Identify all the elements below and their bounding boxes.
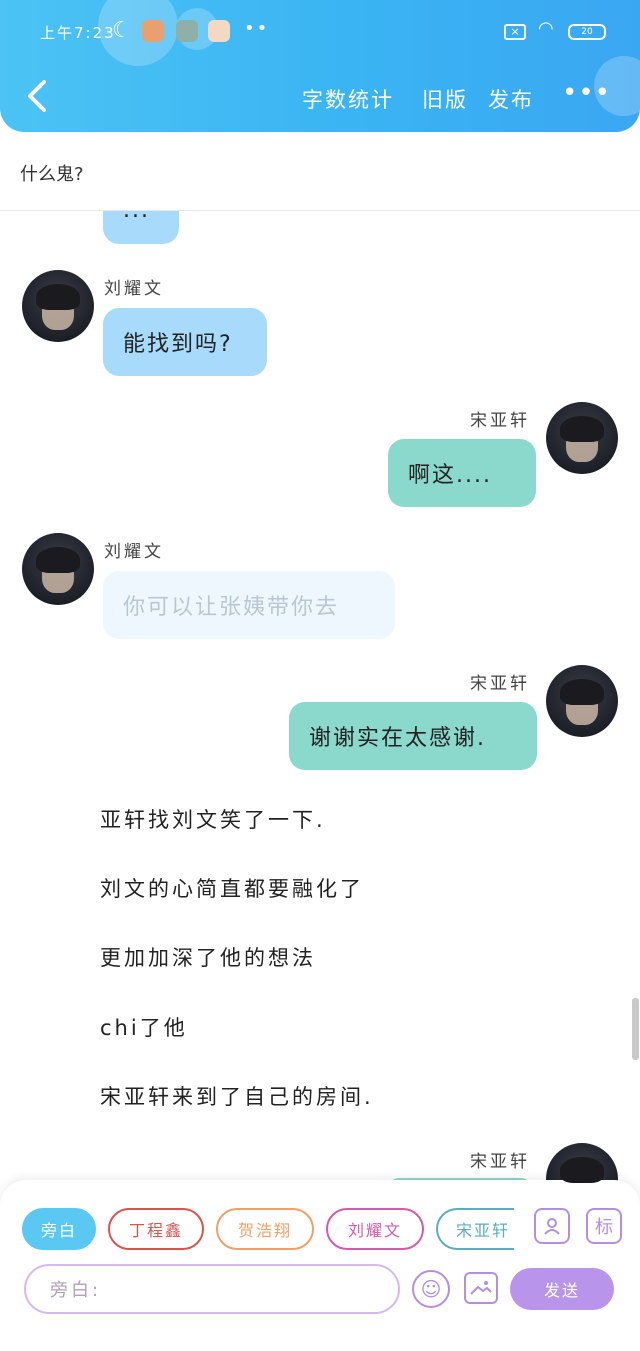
app-header: 上午7:23 ☾ •• × ◠ 20 字数统计 旧版 发布 ••• [0,0,640,132]
role-chip[interactable]: 刘耀文 [326,1208,424,1250]
narration-line: chi了他 [100,1016,188,1040]
narration-line: 宋亚轩来到了自己的房间. [100,1085,374,1109]
subtitle-area [0,132,640,210]
avatar[interactable] [546,665,618,737]
chip-label: 旁白 [40,1221,77,1240]
sender-name: 宋亚轩 [470,411,530,431]
status-bar: 上午7:23 ☾ •• × ◠ 20 [0,16,640,50]
chat-bubble-right[interactable]: 啊这.... [388,439,536,507]
message-text: 你可以让张姨带你去 [123,595,340,620]
message-input[interactable]: 旁白: [24,1264,400,1314]
old-version-button[interactable]: 旧版 [422,84,468,114]
image-icon[interactable] [464,1272,498,1304]
mark-button[interactable]: 标 [586,1208,622,1244]
divider [0,210,640,211]
more-notifications-icon: •• [244,18,270,39]
sender-name: 宋亚轩 [470,674,530,694]
input-placeholder: 旁白: [50,1280,102,1301]
avatar[interactable] [22,270,94,342]
publish-button[interactable]: 发布 [488,84,534,114]
role-chip[interactable]: 贺浩翔 [216,1208,314,1250]
narration-line: 亚轩找刘文笑了一下. [100,808,326,832]
message-text: 能找到吗? [123,332,233,357]
word-count-button[interactable]: 字数统计 [302,84,394,114]
avatar[interactable] [22,533,94,605]
battery-icon: 20 [568,24,606,40]
app-notification-icon [176,20,198,42]
role-chip[interactable]: 丁程鑫 [108,1208,204,1250]
send-button[interactable]: 发送 [510,1268,614,1310]
sim-off-icon: × [504,24,526,40]
scrollbar-thumb[interactable] [632,998,639,1060]
status-time: 上午7:23 [40,24,116,42]
app-notification-icon [142,20,164,42]
moon-icon: ☾ [112,18,132,43]
screen: 上午7:23 ☾ •• × ◠ 20 字数统计 旧版 发布 ••• 什么鬼? .… [0,0,640,1351]
role-chip[interactable]: 宋亚轩 [436,1208,514,1250]
sender-name: 刘耀文 [104,279,164,299]
sender-name: 刘耀文 [104,542,164,562]
mark-label: 标 [595,1217,613,1238]
emoji-icon[interactable]: ☺ [412,1270,450,1308]
avatar[interactable] [546,402,618,474]
message-text: 谢谢实在太感谢. [309,726,486,751]
chip-label: 丁程鑫 [128,1221,183,1240]
back-arrow-icon[interactable] [20,76,60,116]
chip-label: 宋亚轩 [456,1221,511,1240]
narration-line: 更加加深了他的想法 [100,946,316,970]
picture-icon [470,1281,492,1295]
narration-line: 刘文的心简直都要融化了 [100,877,364,901]
person-icon [544,1218,560,1235]
more-menu-icon[interactable]: ••• [562,78,611,108]
chapter-title: 什么鬼? [20,164,84,185]
composer-panel: 旁白 丁程鑫 贺浩翔 刘耀文 宋亚轩 标 旁白: ☺ 发送 [0,1180,640,1351]
app-notification-icon [208,20,230,42]
message-text: 啊这.... [408,463,492,488]
role-chip-narration[interactable]: 旁白 [22,1208,96,1250]
add-role-icon[interactable] [534,1208,570,1244]
sender-name: 宋亚轩 [470,1152,530,1172]
chat-bubble-right[interactable]: 谢谢实在太感谢. [289,702,537,770]
chat-bubble-left[interactable]: 你可以让张姨带你去 [103,571,395,639]
send-label: 发送 [543,1281,580,1300]
chat-bubble-left[interactable]: 能找到吗? [103,308,267,376]
chip-label: 贺浩翔 [237,1221,292,1240]
chip-label: 刘耀文 [347,1221,402,1240]
wifi-icon: ◠ [538,18,554,39]
nav-bar: 字数统计 旧版 发布 ••• [0,70,640,126]
